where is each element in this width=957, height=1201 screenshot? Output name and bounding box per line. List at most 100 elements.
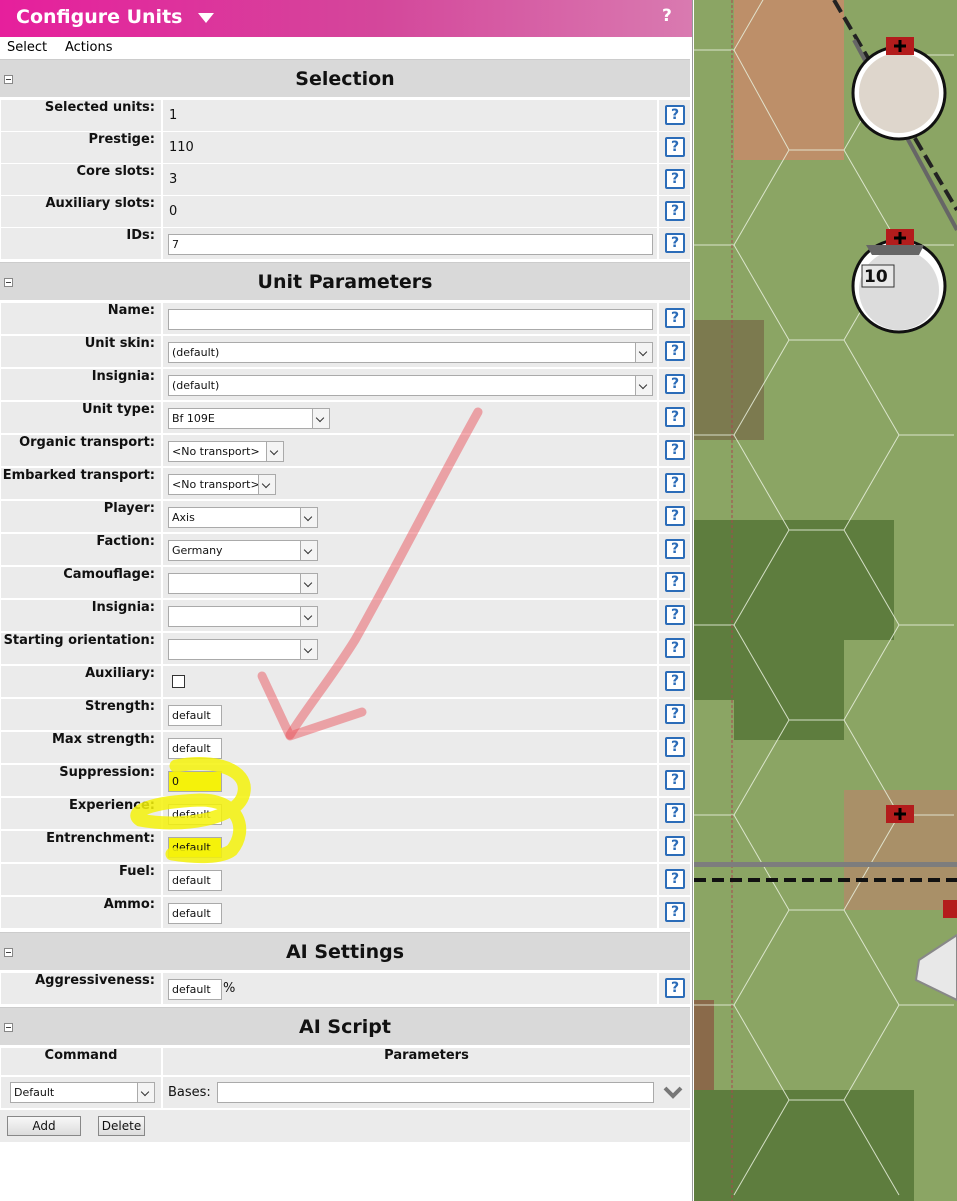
suppression-input[interactable]: 0	[168, 771, 222, 792]
script-buttons-bar: Add Delete	[0, 1110, 690, 1142]
add-button[interactable]: Add	[7, 1116, 81, 1136]
section-selection-header[interactable]: Selection	[0, 59, 690, 97]
delete-button[interactable]: Delete	[98, 1116, 145, 1136]
chevron-down-icon[interactable]	[635, 343, 652, 362]
menu-actions[interactable]: Actions	[65, 40, 113, 55]
help-icon[interactable]: ?	[665, 539, 685, 559]
help-icon[interactable]: ?	[665, 233, 685, 253]
help-icon[interactable]: ?	[665, 671, 685, 691]
help-icon[interactable]: ?	[665, 770, 685, 790]
name-input[interactable]	[168, 309, 653, 330]
chevron-down-icon[interactable]	[635, 376, 652, 395]
ids-input[interactable]: 7	[168, 234, 653, 255]
help-icon[interactable]: ?	[665, 105, 685, 125]
help-icon[interactable]: ?	[665, 869, 685, 889]
entrenchment-input[interactable]: default	[168, 837, 222, 858]
row-suppression: Suppression: 0 ?	[0, 764, 690, 797]
row-insignia-2: Insignia: ?	[0, 599, 690, 632]
help-icon[interactable]: ?	[665, 137, 685, 157]
unit-marker-edge[interactable]	[943, 900, 957, 918]
field-label: Core slots:	[1, 164, 161, 195]
organic-transport-select[interactable]: <No transport>	[168, 441, 284, 462]
help-icon[interactable]: ?	[665, 169, 685, 189]
row-unit-type: Unit type: Bf 109E ?	[0, 401, 690, 434]
row-starting-orientation: Starting orientation: ?	[0, 632, 690, 665]
help-icon[interactable]: ?	[665, 836, 685, 856]
help-icon[interactable]: ?	[665, 201, 685, 221]
field-label: Name:	[1, 303, 161, 334]
help-icon[interactable]: ?	[665, 308, 685, 328]
fuel-input[interactable]: default	[168, 870, 222, 891]
help-icon[interactable]: ?	[665, 902, 685, 922]
forest-tile	[734, 620, 844, 740]
window-help-icon[interactable]: ?	[662, 6, 672, 26]
row-core-slots: Core slots: 3 ?	[0, 163, 690, 195]
row-ammo: Ammo: default ?	[0, 896, 690, 929]
row-strength: Strength: default ?	[0, 698, 690, 731]
field-label: Prestige:	[1, 132, 161, 163]
player-select[interactable]: Axis	[168, 507, 318, 528]
chevron-down-icon[interactable]	[300, 508, 317, 527]
section-ai-script-header[interactable]: AI Script	[0, 1007, 690, 1045]
help-icon[interactable]: ?	[665, 638, 685, 658]
help-icon[interactable]: ?	[665, 978, 685, 998]
field-label: Auxiliary:	[1, 666, 161, 697]
chevron-down-icon[interactable]	[300, 541, 317, 560]
column-header-command: Command	[1, 1048, 161, 1075]
aggressiveness-input[interactable]: default	[168, 979, 222, 1000]
ammo-input[interactable]: default	[168, 903, 222, 924]
experience-input[interactable]: default	[168, 804, 222, 825]
help-icon[interactable]: ?	[665, 704, 685, 724]
strength-input[interactable]: default	[168, 705, 222, 726]
row-max-strength: Max strength: default ?	[0, 731, 690, 764]
help-icon[interactable]: ?	[665, 737, 685, 757]
section-ai-settings-header[interactable]: AI Settings	[0, 932, 690, 970]
chevron-down-icon[interactable]	[663, 1085, 683, 1099]
help-icon[interactable]: ?	[665, 374, 685, 394]
chevron-down-icon[interactable]	[300, 574, 317, 593]
chevron-down-icon[interactable]	[300, 640, 317, 659]
field-label: Suppression:	[1, 765, 161, 796]
insignia-2-select[interactable]	[168, 606, 318, 627]
map-view[interactable]: 10	[694, 0, 957, 1201]
menu-select[interactable]: Select	[7, 40, 47, 55]
help-icon[interactable]: ?	[665, 572, 685, 592]
help-icon[interactable]: ?	[665, 440, 685, 460]
help-icon[interactable]: ?	[665, 341, 685, 361]
row-name: Name: ?	[0, 302, 690, 335]
help-icon[interactable]: ?	[665, 605, 685, 625]
unit-skin-select[interactable]: (default)	[168, 342, 653, 363]
row-ids: IDs: 7 ?	[0, 227, 690, 259]
field-label: Camouflage:	[1, 567, 161, 598]
hex-map[interactable]	[694, 0, 957, 1201]
unit-marker-town[interactable]	[886, 805, 914, 823]
field-label: Faction:	[1, 534, 161, 565]
chevron-down-icon[interactable]	[137, 1083, 154, 1102]
unit-type-select[interactable]: Bf 109E	[168, 408, 330, 429]
chevron-down-icon[interactable]	[258, 475, 275, 494]
forest-tile	[804, 1090, 914, 1201]
starting-orientation-select[interactable]	[168, 639, 318, 660]
auxiliary-checkbox[interactable]	[172, 675, 185, 688]
help-icon[interactable]: ?	[665, 473, 685, 493]
chevron-down-icon[interactable]	[266, 442, 283, 461]
insignia-select[interactable]: (default)	[168, 375, 653, 396]
bases-input[interactable]	[217, 1082, 654, 1103]
embarked-transport-select[interactable]: <No transport>	[168, 474, 276, 495]
help-icon[interactable]: ?	[665, 803, 685, 823]
chevron-down-icon[interactable]	[312, 409, 329, 428]
row-experience: Experience: default ?	[0, 797, 690, 830]
help-icon[interactable]: ?	[665, 407, 685, 427]
section-unit-parameters-header[interactable]: Unit Parameters	[0, 262, 690, 300]
road	[694, 862, 957, 867]
camouflage-select[interactable]	[168, 573, 318, 594]
help-icon[interactable]: ?	[665, 506, 685, 526]
max-strength-input[interactable]: default	[168, 738, 222, 759]
chevron-down-icon[interactable]	[300, 607, 317, 626]
row-fuel: Fuel: default ?	[0, 863, 690, 896]
faction-select[interactable]: Germany	[168, 540, 318, 561]
command-select[interactable]: Default	[10, 1082, 155, 1103]
field-label: IDs:	[1, 228, 161, 259]
configure-units-panel: Configure Units ? Select Actions Selecti…	[0, 0, 693, 1201]
title-dropdown-caret-icon[interactable]	[198, 13, 214, 23]
